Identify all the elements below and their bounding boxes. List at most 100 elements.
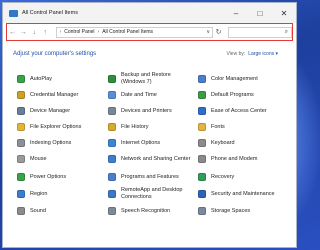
control-panel-item-label: Fonts bbox=[211, 123, 225, 130]
control-panel-item[interactable]: Credential Manager bbox=[17, 88, 103, 102]
control-panel-item[interactable]: Programs and Features bbox=[108, 170, 194, 184]
control-panel-item[interactable]: Ease of Access Center bbox=[198, 104, 288, 118]
default-programs-icon bbox=[198, 91, 206, 99]
network-icon bbox=[108, 155, 116, 163]
printer-icon bbox=[108, 107, 116, 115]
control-panel-app-icon bbox=[9, 9, 18, 17]
control-panel-item[interactable]: Security and Maintenance bbox=[198, 187, 288, 201]
control-panel-item-label: Phone and Modem bbox=[211, 155, 258, 162]
address-dropdown-icon[interactable]: ∨ bbox=[206, 29, 210, 35]
control-panel-item-label: Mouse bbox=[30, 155, 47, 162]
mouse-icon bbox=[17, 155, 25, 163]
folder-options-icon bbox=[17, 123, 25, 131]
view-by-label: View by: bbox=[226, 51, 246, 57]
control-panel-item-label: Device Manager bbox=[30, 107, 71, 114]
fonts-icon bbox=[198, 123, 206, 131]
control-panel-item[interactable]: Phone and Modem bbox=[198, 152, 288, 166]
control-panel-item[interactable]: Indexing Options bbox=[17, 136, 103, 150]
control-panel-item-label: Keyboard bbox=[211, 139, 235, 146]
control-panel-item[interactable]: Color Management bbox=[198, 72, 288, 86]
credential-manager-icon bbox=[17, 91, 25, 99]
control-panel-items: AutoPlay Backup and Restore (Windows 7) Co… bbox=[3, 63, 296, 247]
control-panel-item-label: Speech Recognition bbox=[121, 207, 171, 214]
control-panel-item[interactable]: File History bbox=[108, 120, 194, 134]
date-time-icon bbox=[108, 91, 116, 99]
control-panel-item-label: Default Programs bbox=[211, 91, 254, 98]
backup-icon bbox=[108, 75, 116, 83]
control-panel-item[interactable]: Default Programs bbox=[198, 88, 288, 102]
phone-modem-icon bbox=[198, 155, 206, 163]
power-options-icon bbox=[17, 173, 25, 181]
control-panel-item-label: Programs and Features bbox=[121, 173, 179, 180]
control-panel-item-label: Region bbox=[30, 190, 48, 197]
breadcrumb-all-items[interactable]: All Control Panel Items bbox=[102, 29, 153, 35]
sound-icon bbox=[17, 207, 25, 215]
forward-arrow-icon[interactable]: → bbox=[18, 29, 29, 36]
control-panel-item[interactable]: Keyboard bbox=[198, 136, 288, 150]
control-panel-item-label: Ease of Access Center bbox=[211, 107, 267, 114]
address-toolbar: ← → ↓ ↑ › Control Panel › All Control Pa… bbox=[6, 23, 293, 41]
window-title: All Control Panel Items bbox=[22, 10, 78, 16]
control-panel-item[interactable]: Backup and Restore (Windows 7) bbox=[108, 72, 194, 86]
control-panel-item[interactable]: Region bbox=[17, 187, 103, 201]
breadcrumb-separator: › bbox=[59, 29, 62, 35]
file-history-icon bbox=[108, 123, 116, 131]
control-panel-item[interactable]: Sound bbox=[17, 204, 103, 218]
control-panel-item[interactable]: Internet Options bbox=[108, 136, 194, 150]
control-panel-item-label: Credential Manager bbox=[30, 91, 79, 98]
address-bar[interactable]: › Control Panel › All Control Panel Item… bbox=[55, 26, 214, 38]
device-manager-icon bbox=[17, 107, 25, 115]
control-panel-item-label: Network and Sharing Center bbox=[121, 155, 191, 162]
control-panel-item-label: Indexing Options bbox=[30, 139, 72, 146]
control-panel-item-label: Power Options bbox=[30, 173, 67, 180]
recovery-icon bbox=[198, 173, 206, 181]
control-panel-item[interactable]: Fonts bbox=[198, 120, 288, 134]
ease-of-access-icon bbox=[198, 107, 206, 115]
control-panel-item-label: File Explorer Options bbox=[30, 123, 82, 130]
control-panel-item[interactable]: Network and Sharing Center bbox=[108, 152, 194, 166]
recent-locations-icon[interactable]: ↓ bbox=[29, 29, 40, 36]
control-panel-item[interactable]: AutoPlay bbox=[17, 72, 103, 86]
search-input[interactable]: ⌕ bbox=[227, 26, 292, 38]
security-icon bbox=[198, 190, 206, 198]
control-panel-item-label: AutoPlay bbox=[30, 75, 53, 82]
control-panel-item[interactable]: Device Manager bbox=[17, 104, 103, 118]
control-panel-item-label: RemoteApp and Desktop Connections bbox=[121, 187, 183, 200]
control-panel-item[interactable]: RemoteApp and Desktop Connections bbox=[108, 187, 194, 201]
control-panel-item[interactable]: Date and Time bbox=[108, 88, 194, 102]
window-controls: – □ ✕ bbox=[224, 3, 296, 23]
page-heading: Adjust your computer's settings bbox=[13, 51, 97, 57]
refresh-icon[interactable]: ↻ bbox=[213, 28, 224, 36]
control-panel-item[interactable]: Power Options bbox=[17, 170, 103, 184]
view-by-dropdown[interactable]: Large icons ▾ bbox=[248, 51, 278, 57]
maximize-button[interactable]: □ bbox=[248, 3, 272, 23]
control-panel-window: All Control Panel Items – □ ✕ ← → ↓ ↑ › … bbox=[2, 2, 297, 248]
color-management-icon bbox=[198, 75, 206, 83]
control-panel-item[interactable]: Recovery bbox=[198, 170, 288, 184]
view-by: View by: Large icons ▾ bbox=[226, 51, 278, 57]
control-panel-item[interactable]: Storage Spaces bbox=[198, 204, 288, 218]
control-panel-item[interactable]: Devices and Printers bbox=[108, 104, 194, 118]
control-panel-item[interactable]: Speech Recognition bbox=[108, 204, 194, 218]
control-panel-item-label: Color Management bbox=[211, 75, 258, 82]
breadcrumb-control-panel[interactable]: Control Panel bbox=[64, 29, 94, 35]
control-panel-item[interactable]: File Explorer Options bbox=[17, 120, 103, 134]
control-panel-item-label: Recovery bbox=[211, 173, 235, 180]
close-button[interactable]: ✕ bbox=[272, 3, 296, 23]
programs-features-icon bbox=[108, 173, 116, 181]
control-panel-item[interactable]: Mouse bbox=[17, 152, 103, 166]
control-panel-item-label: Security and Maintenance bbox=[211, 190, 275, 197]
indexing-icon bbox=[17, 139, 25, 147]
up-arrow-icon[interactable]: ↑ bbox=[40, 29, 51, 36]
control-panel-item-label: Storage Spaces bbox=[211, 207, 251, 214]
keyboard-icon bbox=[198, 139, 206, 147]
control-panel-item-label: Internet Options bbox=[121, 139, 161, 146]
control-panel-item-label: File History bbox=[121, 123, 149, 130]
breadcrumb-separator: › bbox=[97, 29, 100, 35]
title-bar: All Control Panel Items – □ ✕ bbox=[3, 3, 296, 23]
region-icon bbox=[17, 190, 25, 198]
minimize-button[interactable]: – bbox=[224, 3, 248, 23]
autoplay-icon bbox=[17, 75, 25, 83]
back-arrow-icon[interactable]: ← bbox=[7, 29, 18, 36]
speech-recognition-icon bbox=[108, 207, 116, 215]
